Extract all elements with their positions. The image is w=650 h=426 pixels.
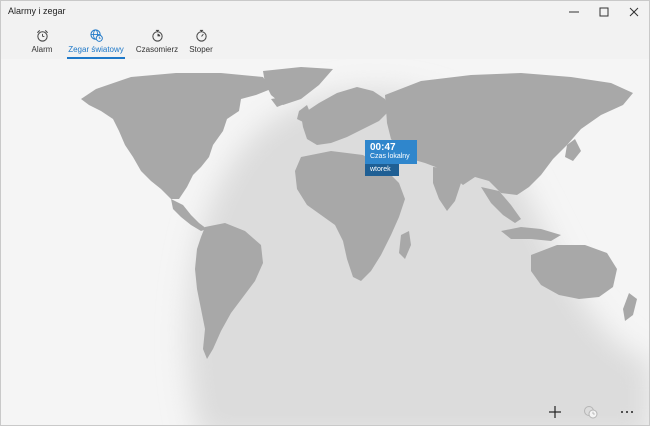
bottom-command-bar bbox=[537, 403, 645, 421]
more-options-button[interactable] bbox=[609, 403, 645, 421]
title-bar[interactable]: Alarmy i zegar bbox=[1, 1, 649, 23]
window-controls bbox=[559, 1, 649, 23]
world-map-graphic bbox=[1, 59, 649, 425]
stopwatch-icon bbox=[195, 29, 207, 42]
tab-alarm[interactable]: Alarm bbox=[13, 23, 71, 59]
add-icon bbox=[549, 406, 561, 418]
close-icon bbox=[629, 7, 639, 17]
more-icon bbox=[621, 411, 633, 413]
tab-stopwatch[interactable]: Stoper bbox=[172, 23, 230, 59]
minimize-button[interactable] bbox=[559, 1, 589, 23]
minimize-icon bbox=[569, 11, 579, 13]
world-map[interactable]: 00:47 Czas lokalny wtorek bbox=[1, 59, 649, 425]
compare-clocks-icon bbox=[584, 406, 598, 419]
maximize-button[interactable] bbox=[589, 1, 619, 23]
local-time-label: Czas lokalny bbox=[370, 153, 410, 160]
world-clock-icon bbox=[89, 29, 103, 42]
local-day: wtorek bbox=[365, 164, 399, 176]
local-time: 00:47 bbox=[370, 142, 396, 153]
timer-icon bbox=[151, 29, 163, 42]
tab-world-clock[interactable]: Zegar światowy bbox=[67, 23, 125, 59]
close-button[interactable] bbox=[619, 1, 649, 23]
alarm-clock-icon bbox=[36, 30, 48, 42]
tab-stopwatch-label: Stoper bbox=[189, 45, 213, 54]
local-time-callout[interactable]: 00:47 Czas lokalny wtorek bbox=[365, 140, 417, 176]
app-window: Alarmy i zegar Alarm Zegar światowy Czas… bbox=[0, 0, 650, 426]
tab-alarm-label: Alarm bbox=[31, 45, 53, 54]
tab-bar: Alarm Zegar światowy Czasomierz Stoper bbox=[1, 23, 649, 59]
add-clock-button[interactable] bbox=[537, 403, 573, 421]
tab-world-clock-label: Zegar światowy bbox=[68, 45, 124, 54]
app-title: Alarmy i zegar bbox=[8, 6, 66, 16]
maximize-icon bbox=[599, 7, 609, 17]
callout-time-box: 00:47 Czas lokalny bbox=[365, 140, 417, 164]
compare-clocks-button[interactable] bbox=[573, 403, 609, 421]
